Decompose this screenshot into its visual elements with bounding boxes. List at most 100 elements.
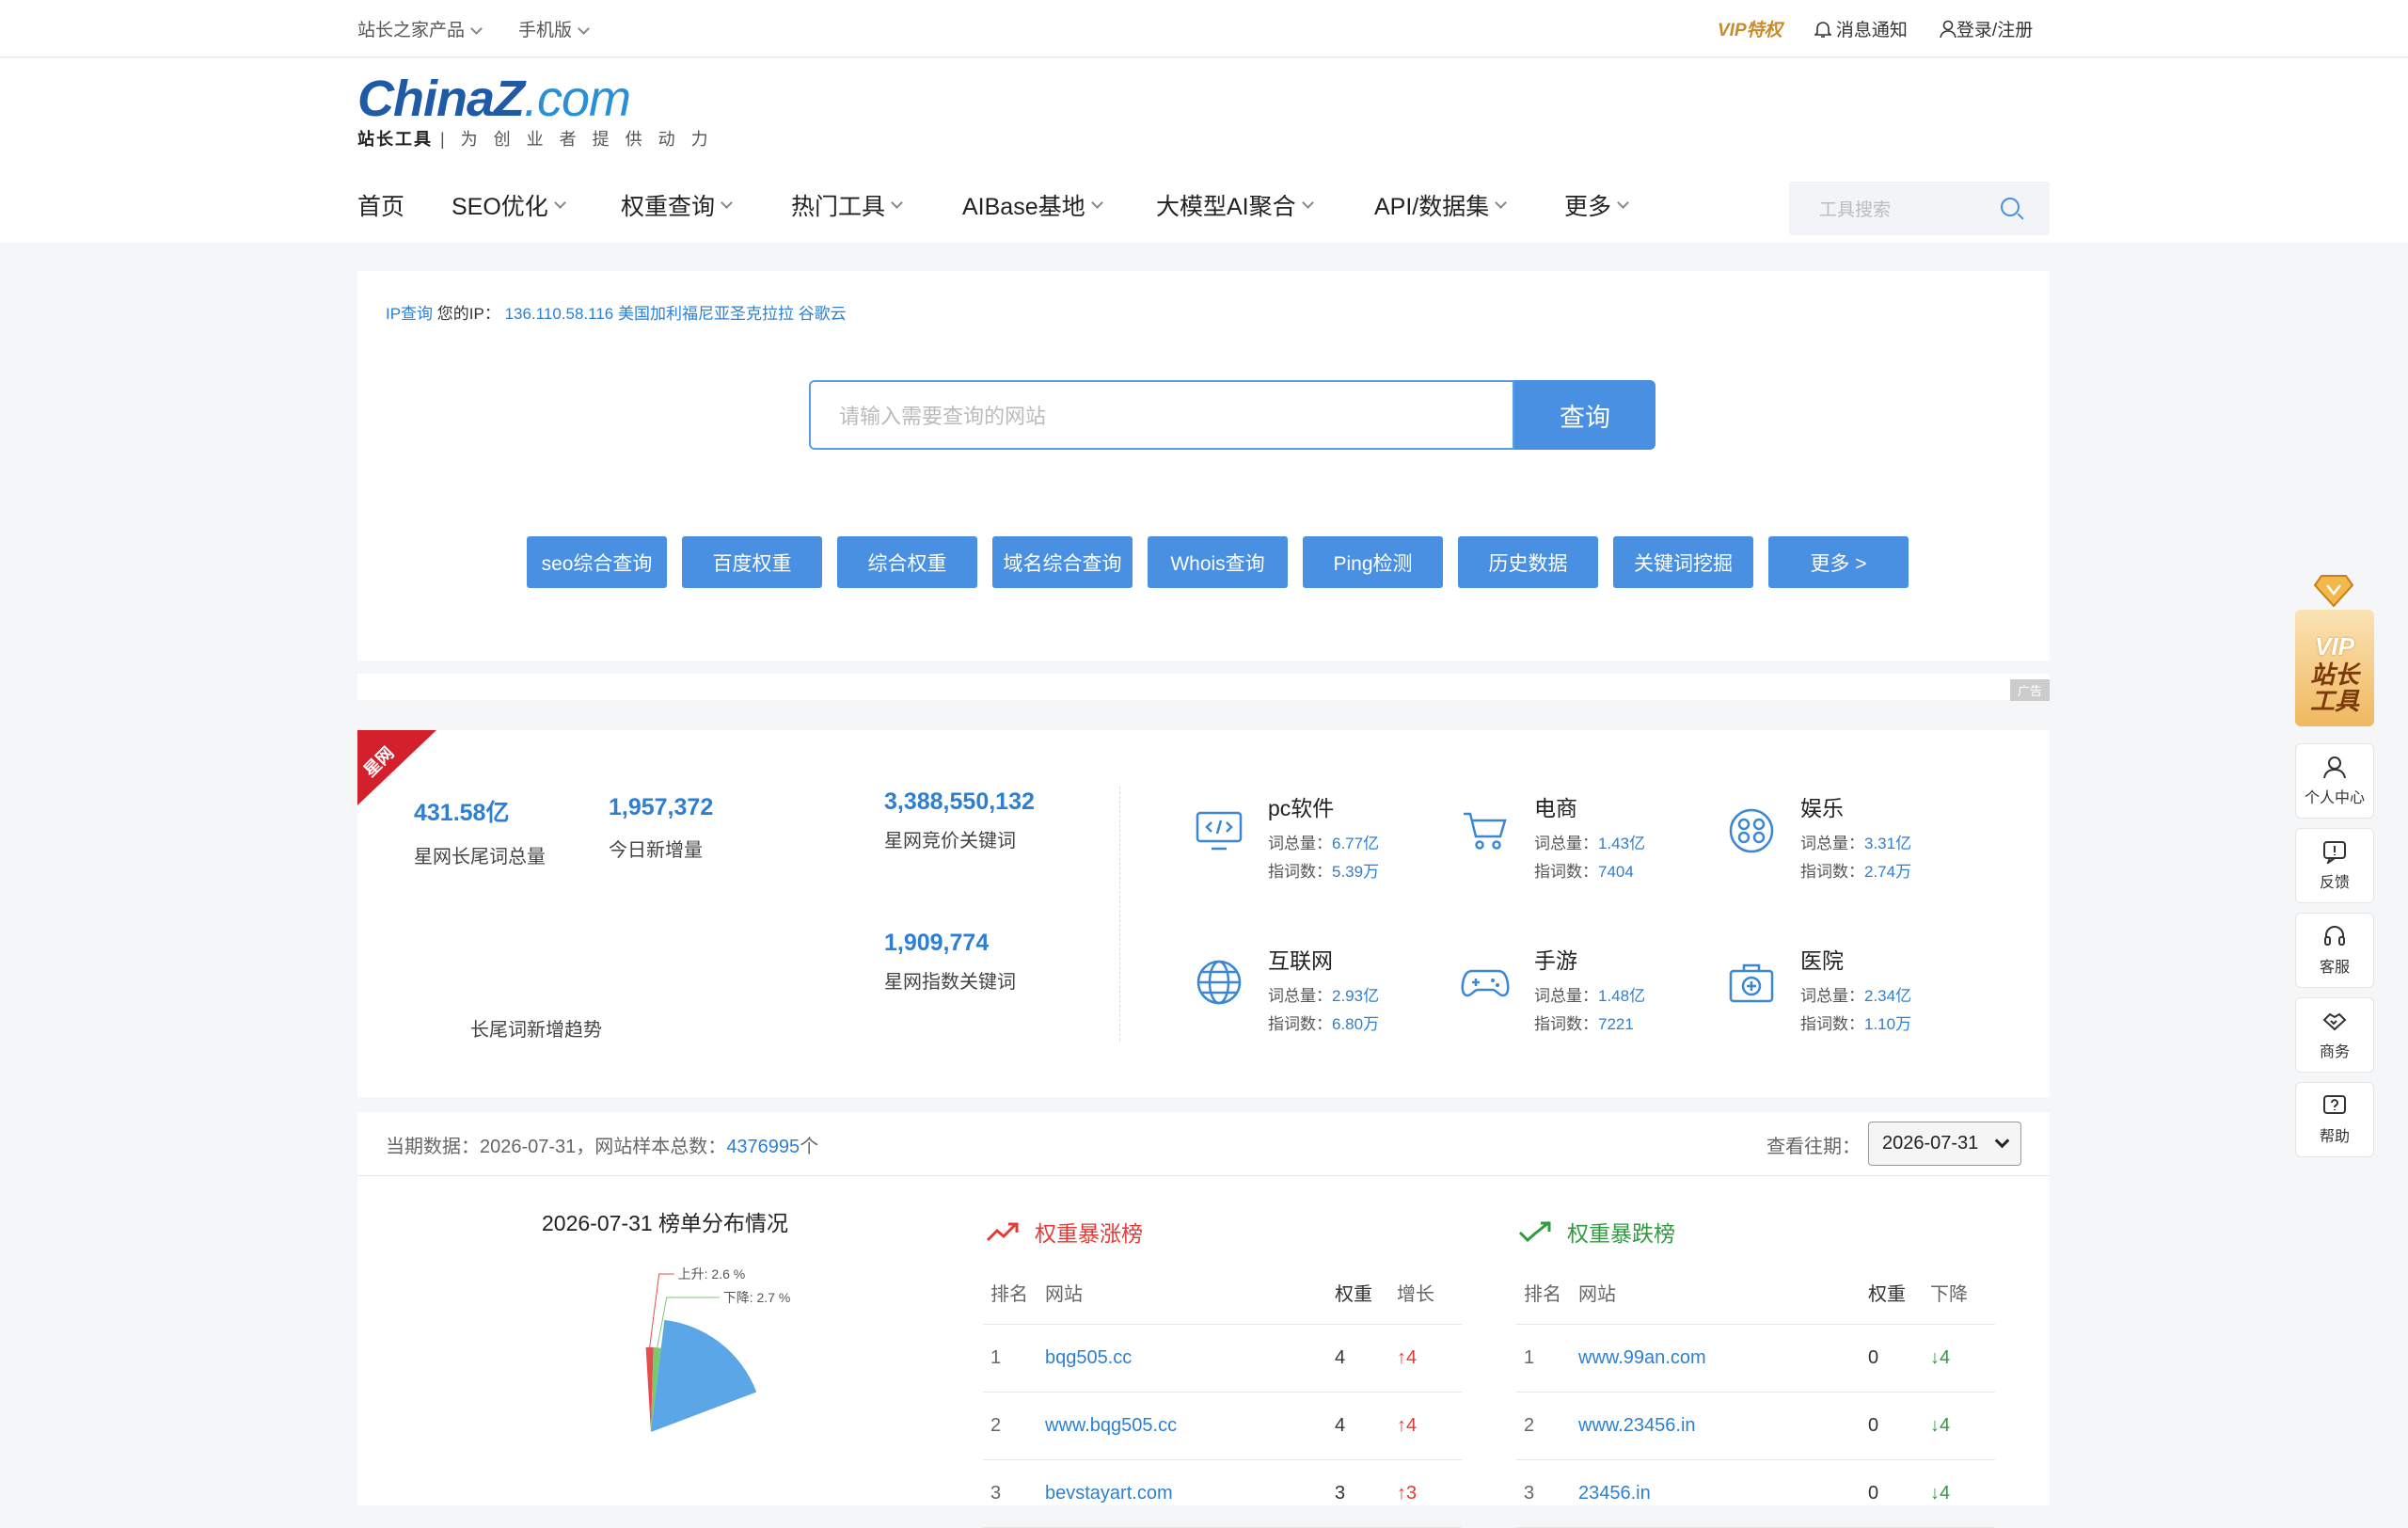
diamond-icon [2314,575,2353,608]
category-pc-software[interactable]: pc软件 词总量：6.77亿 指词数：5.39万 [1195,790,1379,886]
nav-home[interactable]: 首页 [357,188,452,222]
main-nav: 首页 SEO优化 权重查询 热门工具 AIBase基地 大模型AI聚合 API/… [357,188,1658,222]
quick-link-keyword[interactable]: 关键词挖掘 [1613,536,1753,588]
trend-label: 长尾词新增趋势 [470,1020,602,1041]
arrow-up-icon: ↑ [1397,1347,1406,1368]
trend-down-icon [1518,1221,1551,1242]
category-internet[interactable]: 互联网 词总量：2.93亿 指词数：6.80万 [1195,943,1379,1039]
quick-link-baidu[interactable]: 百度权重 [682,536,822,588]
arrow-down-icon: ↓ [1930,1347,1940,1368]
site-link[interactable]: www.bqg505.cc [1045,1415,1335,1437]
top-bar: 站长之家产品 手机版 VIP特权 消息通知 登录/注册 [0,0,2408,57]
headset-icon [2324,926,2345,946]
table-header-row: 排名 网站 权重 增长 [983,1261,1462,1325]
table-row: 2 www.bqg505.cc 4 ↑4 [983,1393,1462,1460]
search-icon[interactable] [2001,198,2020,216]
film-reel-icon [1729,808,1774,853]
chevron-down-icon [1301,196,1314,209]
rank-header: 当期数据：2026-07-31，网站样本总数：4376995个 查看往期： 20… [357,1112,2050,1176]
quick-link-history[interactable]: 历史数据 [1458,536,1598,588]
help-icon [2323,1095,2346,1114]
quick-link-whois[interactable]: Whois查询 [1148,536,1288,588]
nav-api[interactable]: API/数据集 [1374,188,1564,222]
notify-link[interactable]: 消息通知 [1813,16,1908,41]
chevron-down-icon [553,196,566,209]
rise-table: 排名 网站 权重 增长 1 bqg505.cc 4 ↑4 2 www.bqg505.cc 4 ↑4… [983,1261,1462,1528]
arrow-up-icon: ↑ [1397,1483,1406,1504]
nav-hot-tools[interactable]: 热门工具 [791,188,962,222]
nav-ai-models[interactable]: 大模型AI聚合 [1156,188,1374,222]
feedback-button[interactable]: 反馈 [2295,828,2374,903]
ip-value: 136.110.58.116 美国加利福尼亚圣克拉拉 谷歌云 [504,305,847,323]
nav-aibase[interactable]: AIBase基地 [962,188,1156,222]
ad-label: 广告 [2009,679,2050,701]
stat-bid-keywords: 3,388,550,132 星网竞价关键词 [884,788,1035,852]
quick-link-ping[interactable]: Ping检测 [1303,536,1443,588]
site-query-input[interactable]: 请输入需要查询的网站 [809,380,1514,450]
arrow-up-icon: ↑ [1397,1415,1406,1436]
quick-link-more[interactable]: 更多 > [1768,536,1909,588]
user-center-button[interactable]: 个人中心 [2295,743,2374,819]
stat-index-keywords: 1,909,774 星网指数关键词 [884,930,1016,993]
site-link[interactable]: bqg505.cc [1045,1347,1335,1369]
pie-slice [651,1319,757,1432]
pie-label: 上升: 2.6 % [678,1266,746,1281]
help-button[interactable]: 帮助 [2295,1082,2374,1157]
category-hospital[interactable]: 医院 词总量：2.34亿 指词数：1.10万 [1727,943,1911,1039]
site-link[interactable]: 23456.in [1578,1483,1868,1504]
quick-link-domain[interactable]: 域名综合查询 [992,536,1133,588]
trend-up-icon [986,1222,1019,1242]
gamepad-icon [1461,969,1510,997]
chart-title: 2026-07-31 榜单分布情况 [542,1211,789,1235]
vip-badge[interactable]: VIP 站长工具 [2293,574,2374,734]
chevron-down-icon [1495,196,1508,209]
tool-search-input[interactable]: 工具搜索 [1789,182,2050,235]
table-row: 3 bevstayart.com 3 ↑3 [983,1460,1462,1528]
ip-query-link[interactable]: IP查询 [386,305,433,323]
nav-more[interactable]: 更多 [1564,188,1658,222]
cart-icon [1464,812,1507,850]
chevron-down-icon [578,23,590,35]
site-link[interactable]: bevstayart.com [1045,1483,1335,1504]
category-entertainment[interactable]: 娱乐 词总量：3.31亿 指词数：2.74万 [1727,790,1911,886]
arrow-down-icon: ↓ [1930,1415,1940,1436]
site-link[interactable]: www.23456.in [1578,1415,1868,1437]
fall-table: 排名 网站 权重 下降 1 www.99an.com 0 ↓4 2 www.23456.in 0… [1516,1261,1995,1528]
period-label: 查看往期： [1766,1137,1861,1157]
side-float-bar: VIP 站长工具 个人中心 反馈 客服 商务 帮助 [2293,574,2374,1157]
business-button[interactable]: 商务 [2295,997,2374,1073]
table-header-row: 排名 网站 权重 下降 [1516,1261,1995,1325]
site-link[interactable]: www.99an.com [1578,1347,1868,1369]
query-button[interactable]: 查询 [1514,380,1656,450]
category-mobile-games[interactable]: 手游 词总量：1.48亿 指词数：7221 [1461,943,1645,1039]
monitor-code-icon [1196,811,1243,851]
chevron-down-icon [470,23,483,35]
pie-label: 下降: 2.7 % [723,1290,791,1305]
customer-service-button[interactable]: 客服 [2295,913,2374,988]
ip-info: IP查询 您的IP： 136.110.58.116 美国加利福尼亚圣克拉拉 谷歌… [386,305,847,323]
period-select[interactable]: 2026-07-31 [1868,1122,2021,1166]
login-link[interactable]: 登录/注册 [1940,16,2033,41]
quick-link-seo[interactable]: seo综合查询 [527,536,667,588]
header: ChinaZ.com 站长工具 | 为 创 业 者 提 供 动 力 首页 SEO优… [0,58,2408,243]
chevron-down-icon [1090,196,1103,209]
medical-kit-icon [1729,963,1774,1003]
sample-total: 4376995 [726,1137,800,1157]
quick-link-weight[interactable]: 综合权重 [837,536,977,588]
user-icon [2323,756,2346,779]
mobile-menu[interactable]: 手机版 [518,16,590,41]
products-menu[interactable]: 站长之家产品 [357,16,483,41]
user-icon [1940,20,1956,39]
chevron-down-icon [721,196,733,209]
table-row: 1 bqg505.cc 4 ↑4 [983,1325,1462,1393]
category-ecommerce[interactable]: 电商 词总量：1.43亿 指词数：7404 [1461,790,1645,886]
handshake-icon [2322,1012,2347,1031]
ad-bar[interactable]: 广告 [357,674,2050,701]
vip-link[interactable]: VIP特权 [1718,16,1782,41]
logo[interactable]: ChinaZ.com 站长工具 | 为 创 业 者 提 供 动 力 [357,70,714,151]
globe-icon [1196,960,1242,1005]
nav-seo[interactable]: SEO优化 [452,188,621,222]
nav-weight[interactable]: 权重查询 [621,188,791,222]
distribution-pie-chart: 上升: 2.6 % 下降: 2.7 % [645,1266,791,1432]
chevron-down-icon [1994,1133,2010,1149]
